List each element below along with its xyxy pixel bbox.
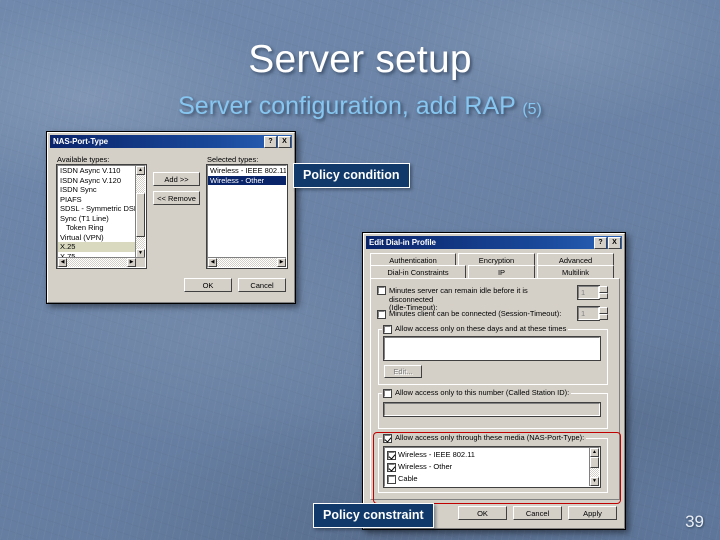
- cancel-button[interactable]: Cancel: [513, 506, 562, 520]
- page-number: 39: [685, 512, 704, 531]
- nas-media-item-label: Wireless - Other: [398, 461, 453, 471]
- ok-button[interactable]: OK: [458, 506, 507, 520]
- session-timeout-label: Minutes client can be connected (Session…: [389, 309, 562, 318]
- list-item[interactable]: Wireless - Other: [208, 175, 286, 185]
- add-button[interactable]: Add >>: [153, 172, 200, 186]
- scroll-up-icon[interactable]: ▲: [590, 448, 599, 457]
- called-station-input[interactable]: [383, 402, 601, 417]
- day-time-display[interactable]: [383, 336, 601, 361]
- tab-page-dial-in-constraints: Minutes server can remain idle before it…: [370, 278, 620, 500]
- tab-dial-in-constraints[interactable]: Dial-in Constraints: [370, 265, 466, 279]
- page-title: Server setup: [248, 38, 472, 81]
- list-item[interactable]: SDSL - Symmetric DSL: [58, 204, 136, 214]
- policy-constraint-callout: Policy constraint: [313, 503, 434, 528]
- session-timeout-spin-buttons[interactable]: [599, 307, 608, 320]
- list-item[interactable]: ISDN Sync: [58, 185, 136, 195]
- selected-types-listbox[interactable]: Wireless - IEEE 802.11 Wireless - Other …: [206, 164, 288, 269]
- nas-media-label: Allow access only through these media (N…: [395, 433, 585, 442]
- help-icon[interactable]: ?: [594, 236, 607, 249]
- scroll-thumb[interactable]: [590, 457, 599, 468]
- list-item[interactable]: Cable: [385, 473, 589, 485]
- list-item[interactable]: X.25: [58, 242, 136, 252]
- nas-media-item-label: Wireless - IEEE 802.11: [398, 449, 475, 459]
- page-subtitle: Server configuration, add RAP (5): [0, 92, 720, 121]
- day-time-checkbox[interactable]: [383, 324, 392, 334]
- spin-down-icon[interactable]: [599, 313, 608, 320]
- dialin-profile-title: Edit Dial-in Profile: [369, 238, 436, 247]
- apply-button[interactable]: Apply: [568, 506, 617, 520]
- available-types-label: Available types:: [57, 155, 110, 164]
- scroll-thumb[interactable]: [136, 193, 145, 237]
- tab-multilink[interactable]: Multilink: [537, 265, 614, 278]
- ok-button[interactable]: OK: [184, 278, 232, 292]
- close-icon[interactable]: X: [608, 236, 621, 249]
- list-item[interactable]: ISDN Async V.120: [58, 176, 136, 186]
- nas-port-type-title: NAS-Port-Type: [53, 137, 108, 146]
- spin-down-icon[interactable]: [599, 292, 608, 299]
- tabs-front-row[interactable]: Dial-in Constraints IP Multilink: [370, 265, 614, 279]
- idle-timeout-checkbox[interactable]: [377, 286, 386, 295]
- session-timeout-row[interactable]: Minutes client can be connected (Session…: [377, 309, 562, 319]
- nas-port-type-titlebar: NAS-Port-Type ? X: [50, 135, 292, 148]
- list-item[interactable]: Token Ring: [58, 223, 136, 233]
- called-station-checkbox[interactable]: [383, 388, 392, 398]
- list-item[interactable]: Wireless - IEEE 802.11: [385, 449, 589, 461]
- scroll-left-icon[interactable]: ◀: [208, 258, 217, 267]
- list-item[interactable]: ISDN Async V.110: [58, 166, 136, 176]
- session-timeout-stepper[interactable]: 1: [577, 306, 608, 321]
- help-icon[interactable]: ?: [264, 135, 277, 148]
- idle-timeout-stepper[interactable]: 1: [577, 285, 608, 300]
- list-item[interactable]: Wireless - IEEE 802.11: [208, 166, 286, 176]
- available-types-vscrollbar[interactable]: ▲ ▼: [135, 166, 145, 258]
- idle-timeout-label-line1: Minutes server can remain idle before it…: [389, 286, 528, 304]
- scroll-right-icon[interactable]: ▶: [127, 258, 136, 267]
- remove-button[interactable]: << Remove: [153, 191, 200, 205]
- available-types-items[interactable]: ISDN Async V.110 ISDN Async V.120 ISDN S…: [58, 166, 136, 258]
- scroll-track[interactable]: [217, 258, 277, 267]
- day-time-label: Allow access only on these days and at t…: [395, 324, 567, 333]
- available-types-hscrollbar[interactable]: ◀ ▶: [58, 257, 145, 267]
- close-icon[interactable]: X: [278, 135, 291, 148]
- session-timeout-checkbox[interactable]: [377, 309, 386, 319]
- idle-timeout-spin-buttons[interactable]: [599, 286, 608, 299]
- idle-timeout-value[interactable]: 1: [577, 285, 600, 300]
- nas-media-vscrollbar[interactable]: ▲ ▼: [589, 448, 599, 486]
- day-time-row[interactable]: Allow access only on these days and at t…: [382, 324, 569, 334]
- tab-ip[interactable]: IP: [468, 265, 535, 278]
- called-station-row[interactable]: Allow access only to this number (Called…: [382, 388, 572, 398]
- scroll-track[interactable]: [590, 457, 599, 477]
- selected-types-hscrollbar[interactable]: ◀ ▶: [208, 257, 286, 267]
- day-time-edit-button[interactable]: Edit...: [384, 365, 422, 378]
- available-types-listbox[interactable]: ISDN Async V.110 ISDN Async V.120 ISDN S…: [56, 164, 147, 269]
- session-timeout-value[interactable]: 1: [577, 306, 600, 321]
- dialin-profile-dialog[interactable]: Edit Dial-in Profile ? X Authentication …: [362, 232, 626, 530]
- cancel-button[interactable]: Cancel: [238, 278, 286, 292]
- nas-port-type-dialog[interactable]: NAS-Port-Type ? X Available types: ISDN …: [46, 131, 296, 304]
- called-station-label: Allow access only to this number (Called…: [395, 388, 570, 397]
- selected-types-label: Selected types:: [207, 155, 259, 164]
- list-item[interactable]: Wireless - Other: [385, 461, 589, 473]
- scroll-up-icon[interactable]: ▲: [136, 166, 145, 175]
- scroll-track[interactable]: [136, 175, 145, 249]
- list-item[interactable]: Virtual (VPN): [58, 233, 136, 243]
- dialin-profile-titlebar: Edit Dial-in Profile ? X: [366, 236, 622, 249]
- nas-media-item-label: Cable: [398, 473, 418, 483]
- nas-media-row[interactable]: Allow access only through these media (N…: [382, 433, 587, 443]
- scroll-left-icon[interactable]: ◀: [58, 258, 67, 267]
- nas-media-item-checkbox[interactable]: [387, 450, 396, 460]
- selected-types-items[interactable]: Wireless - IEEE 802.11 Wireless - Other: [208, 166, 286, 258]
- nas-media-item-checkbox[interactable]: [387, 462, 396, 472]
- page-subtitle-text: Server configuration, add RAP: [178, 92, 516, 120]
- list-item[interactable]: PIAFS: [58, 195, 136, 205]
- page-subtitle-suffix: (5): [522, 101, 542, 118]
- nas-media-listbox[interactable]: Wireless - IEEE 802.11 Wireless - Other …: [383, 446, 601, 488]
- nas-media-items[interactable]: Wireless - IEEE 802.11 Wireless - Other …: [385, 449, 589, 486]
- nas-media-item-checkbox[interactable]: [387, 474, 396, 484]
- scroll-down-icon[interactable]: ▼: [590, 477, 599, 486]
- scroll-right-icon[interactable]: ▶: [277, 258, 286, 267]
- scroll-track[interactable]: [67, 258, 136, 267]
- policy-condition-callout: Policy condition: [293, 163, 410, 188]
- list-item[interactable]: Sync (T1 Line): [58, 214, 136, 224]
- nas-media-checkbox[interactable]: [383, 433, 392, 443]
